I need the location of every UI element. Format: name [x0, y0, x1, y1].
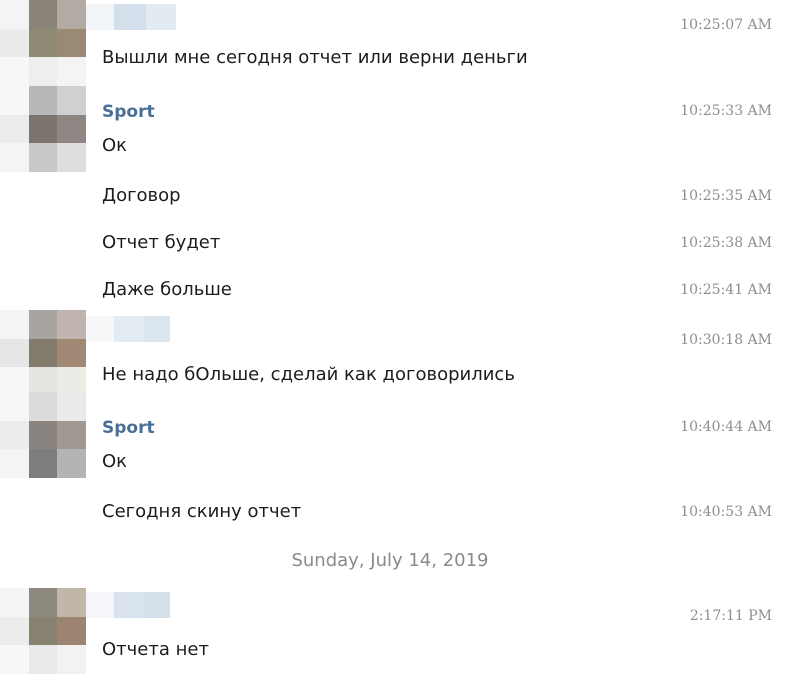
sender-name[interactable]: Sport: [102, 418, 155, 438]
message-text[interactable]: Сегодня скину отчет: [102, 501, 301, 523]
message-timestamp: 10:25:38 AM: [680, 235, 772, 251]
message-timestamp: 2:17:11 PM: [689, 608, 772, 624]
message-timestamp: 10:40:53 AM: [680, 504, 772, 520]
message-text[interactable]: Ок: [102, 451, 127, 473]
message-text[interactable]: Договор: [102, 185, 181, 207]
message-text[interactable]: Отчета нет: [102, 639, 209, 661]
message-timestamp: 10:25:07 AM: [680, 17, 772, 33]
avatar[interactable]: [0, 310, 86, 396]
message-timestamp: 10:25:41 AM: [680, 282, 772, 298]
sender-name-blurred: [86, 316, 170, 342]
sender-name-blurred: [86, 4, 176, 30]
avatar[interactable]: [0, 588, 86, 674]
chat-history: 10:25:07 AM Вышли мне сегодня отчет или …: [0, 0, 796, 674]
message-timestamp: 10:25:33 AM: [680, 103, 772, 119]
sender-name-blurred: [86, 592, 170, 618]
message-timestamp: 10:30:18 AM: [680, 332, 772, 348]
message-text[interactable]: Ок: [102, 135, 127, 157]
message-text[interactable]: Даже больше: [102, 279, 232, 301]
message-text[interactable]: Вышли мне сегодня отчет или верни деньги: [102, 47, 528, 69]
avatar[interactable]: [0, 86, 86, 172]
sender-name[interactable]: Sport: [102, 102, 155, 122]
message-timestamp: 10:40:44 AM: [680, 419, 772, 435]
avatar[interactable]: [0, 392, 86, 478]
message-text[interactable]: Не надо бОльше, сделай как договорились: [102, 364, 515, 386]
message-text[interactable]: Отчет будет: [102, 232, 220, 254]
message-timestamp: 10:25:35 AM: [680, 188, 772, 204]
avatar[interactable]: [0, 0, 86, 86]
date-separator: Sunday, July 14, 2019: [291, 550, 489, 571]
